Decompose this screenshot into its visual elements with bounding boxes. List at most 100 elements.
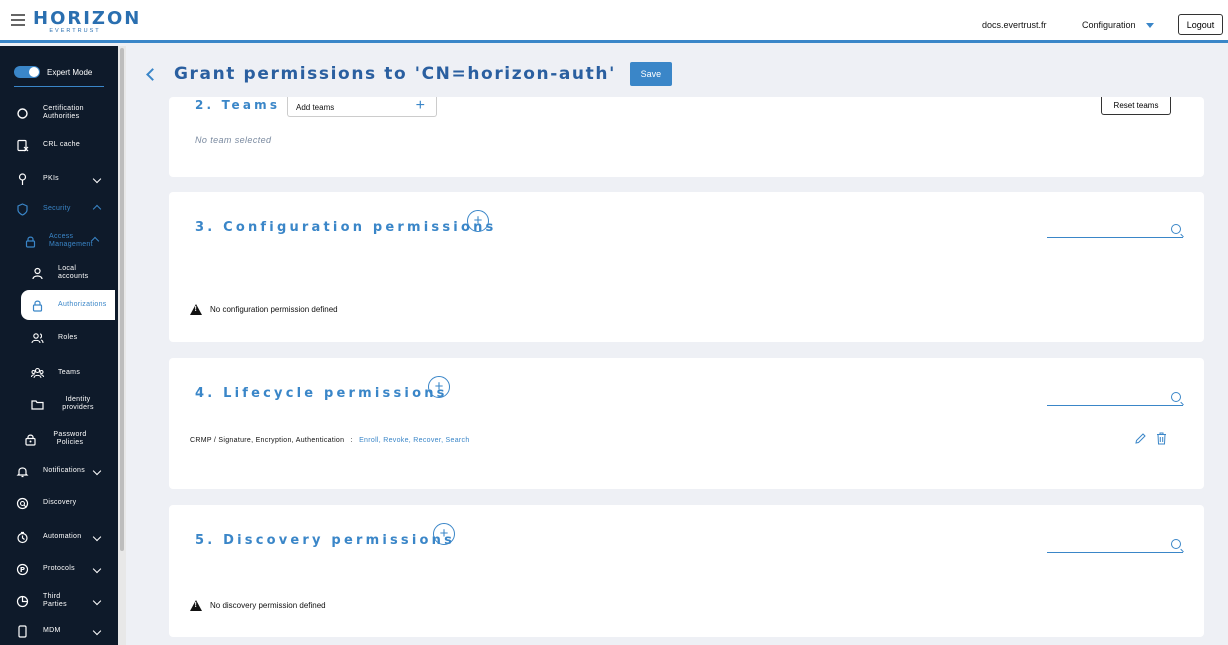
lock-icon [32,300,43,312]
warning-icon [190,600,202,611]
sidebar-item-label: Certification Authorities [43,105,84,120]
lifecycle-permissions-title: 4. Lifecycle permissions [195,386,448,401]
automation-icon [17,531,28,543]
sidebar-item-pkis[interactable]: PKIs [0,164,118,194]
sidebar-item-password-policies[interactable]: Password Policies [0,424,118,454]
add-discovery-permission-icon[interactable]: + [433,523,455,545]
sidebar-item-identity-providers[interactable]: Identity providers [0,389,118,419]
sidebar-item-discovery[interactable]: Discovery [0,488,118,518]
sidebar-item-crl-cache[interactable]: CRL cache [0,130,118,160]
search-icon[interactable] [1171,539,1181,549]
bell-icon [16,466,29,477]
discovery-search-input[interactable] [1047,539,1183,553]
chevron-down-icon [92,174,102,184]
logout-button[interactable]: Logout [1178,14,1223,35]
discovery-permissions-card: 5. Discovery permissions + No discovery … [169,505,1204,637]
sidebar-divider [14,86,104,87]
discovery-icon [16,497,29,509]
add-teams-label: Add teams [296,103,335,112]
permission-separator: : [350,437,353,444]
search-icon[interactable] [1171,392,1181,402]
sidebar-item-label: Password Policies [53,431,87,446]
sidebar-item-protocols[interactable]: P Protocols [0,554,118,584]
edit-icon[interactable] [1135,433,1146,444]
lock-icon [25,236,36,248]
lifecycle-search-input[interactable] [1047,392,1183,406]
add-configuration-permission-icon[interactable]: + [467,210,489,232]
chevron-up-icon [92,204,102,214]
third-party-icon [16,595,29,607]
roles-icon [31,332,44,343]
sidebar-item-automation[interactable]: Automation [0,522,118,552]
chevron-down-icon [92,626,102,636]
sidebar-item-mdm[interactable]: MDM [0,616,118,645]
save-button[interactable]: Save [629,62,672,86]
configuration-menu[interactable]: Configuration [1082,20,1154,30]
sidebar-item-label: Automation [43,533,82,540]
plus-icon[interactable]: + [416,97,425,115]
expert-mode-label: Expert Mode [47,67,93,77]
back-chevron-icon[interactable] [146,67,159,81]
chevron-down-icon [92,532,102,542]
sidebar-item-label: Teams [58,369,81,376]
chevron-down-icon [92,564,102,574]
top-bar: HORIZON EVERTRUST docs.evertrust.fr Conf… [0,0,1228,43]
search-icon[interactable] [1171,224,1181,234]
configuration-permissions-card: 3. Configuration permissions + No config… [169,192,1204,342]
logo[interactable]: HORIZON EVERTRUST [33,8,142,36]
sidebar-item-authorizations[interactable]: Authorizations [0,290,118,320]
sidebar-item-local-accounts[interactable]: Local accounts [0,258,118,288]
logo-text: HORIZON [33,8,142,29]
sidebar-item-label: PKIs [43,175,59,182]
sidebar-item-label: Security [43,205,71,212]
discovery-permissions-title: 5. Discovery permissions [195,533,456,548]
configuration-label: Configuration [1082,20,1136,30]
reset-teams-button[interactable]: Reset teams [1101,97,1171,115]
svg-text:P: P [20,566,25,574]
configuration-search-input[interactable] [1047,224,1183,238]
sidebar-item-label: Roles [58,334,78,341]
page-header: Grant permissions to 'CN=horizon-auth' S… [146,62,672,86]
configuration-permissions-title: 3. Configuration permissions [195,220,497,235]
menu-icon[interactable] [11,14,25,26]
sidebar-scrollbar[interactable] [120,48,124,551]
caret-down-icon [1145,22,1154,28]
add-lifecycle-permission-icon[interactable]: + [428,376,450,398]
warning-icon [190,304,202,315]
sidebar-item-certification-authorities[interactable]: Certification Authorities [0,98,118,128]
sidebar-item-label: Access Management [49,233,93,248]
sidebar-item-roles[interactable]: Roles [0,323,118,353]
sidebar-item-label: Authorizations [58,301,107,308]
sidebar-item-label: CRL cache [43,141,81,148]
sidebar-item-label: Identity providers [62,396,94,411]
sidebar-item-access-management[interactable]: Access Management [0,226,118,256]
crl-icon [17,139,29,151]
page-title: Grant permissions to 'CN=horizon-auth' [174,64,616,84]
docs-link[interactable]: docs.evertrust.fr [982,20,1047,30]
lifecycle-permissions-card: 4. Lifecycle permissions + CRMP / Signat… [169,358,1204,489]
chevron-down-icon [92,466,102,476]
add-teams-field[interactable]: Add teams + [287,97,437,117]
no-configuration-permission-text: No configuration permission defined [210,305,338,314]
sidebar-item-label: Local accounts [58,265,89,280]
circle-icon [17,107,28,119]
teams-section-title: 2. Teams [195,98,281,112]
expert-mode-toggle[interactable] [14,66,40,78]
no-team-text: No team selected [195,135,272,145]
permission-scope: CRMP / Signature, Encryption, Authentica… [190,437,345,444]
sidebar: Expert Mode Certification Authorities CR… [0,46,118,645]
sidebar-item-notifications[interactable]: Notifications [0,456,118,486]
no-configuration-permission-message: No configuration permission defined [190,304,338,315]
key-icon [18,172,27,185]
lifecycle-permission-row: CRMP / Signature, Encryption, Authentica… [190,437,470,444]
sidebar-item-teams[interactable]: Teams [0,358,118,388]
expert-mode[interactable]: Expert Mode [14,66,92,78]
sidebar-item-third-parties[interactable]: Third Parties [0,586,118,616]
trash-icon[interactable] [1156,432,1167,445]
protocol-icon: P [16,563,29,575]
sidebar-item-label: Protocols [43,565,75,572]
permission-values: Enroll, Revoke, Recover, Search [359,437,470,444]
sidebar-item-label: Notifications [43,467,86,474]
sidebar-item-label: Third Parties [43,593,67,608]
sidebar-item-security[interactable]: Security [0,194,118,224]
